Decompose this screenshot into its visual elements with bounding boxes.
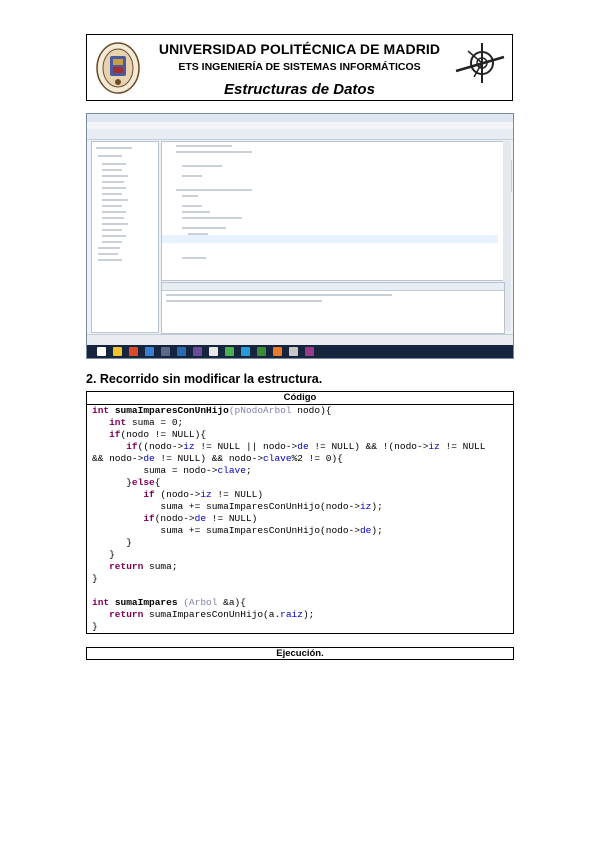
code-line: if(nodo->de != NULL)	[143, 513, 258, 524]
code-line: int sumaImpares (Arbol &a){	[92, 597, 246, 608]
code-line: && nodo->de != NULL) && nodo->clave%2 !=…	[92, 453, 343, 464]
code-line: if(nodo != NULL){	[109, 429, 207, 440]
document-header: UNIVERSIDAD POLITÉCNICA DE MADRID ETS IN…	[86, 34, 513, 101]
school-name: ETS INGENIERÍA DE SISTEMAS INFORMÁTICOS	[178, 61, 421, 73]
code-line: }	[126, 537, 132, 548]
code-table: Código int sumaImparesConUnHijo(pNodoArb…	[86, 391, 514, 634]
code-line: if (nodo->iz != NULL)	[143, 489, 264, 500]
course-title: Estructuras de Datos	[224, 81, 375, 98]
code-line: }else{	[126, 477, 161, 488]
ide-code-editor	[161, 141, 505, 281]
ide-toolbar	[87, 129, 513, 140]
code-line: int suma = 0;	[109, 417, 184, 428]
ide-screenshot-image	[86, 113, 514, 359]
ide-project-explorer	[91, 141, 159, 333]
school-logo-icon	[455, 43, 505, 83]
code-line: suma += sumaImparesConUnHijo(nodo->iz);	[160, 501, 383, 512]
ide-console	[161, 282, 505, 334]
code-line: }	[92, 621, 98, 632]
ide-menubar	[87, 122, 513, 129]
code-listing: int sumaImparesConUnHijo(pNodoArbol nodo…	[87, 405, 513, 633]
code-line: suma = nodo->clave;	[143, 465, 252, 476]
code-line: return suma;	[109, 561, 178, 572]
university-name: UNIVERSIDAD POLITÉCNICA DE MADRID	[158, 41, 441, 57]
code-line: int sumaImparesConUnHijo(pNodoArbol nodo…	[92, 405, 332, 416]
code-line: suma += sumaImparesConUnHijo(nodo->de);	[160, 525, 383, 536]
execution-header: Ejecución.	[86, 647, 514, 660]
section-title: 2. Recorrido sin modificar la estructura…	[86, 372, 323, 386]
code-line: if((nodo->iz != NULL || nodo->de != NULL…	[126, 441, 486, 452]
code-table-header: Código	[87, 392, 513, 405]
code-line: return sumaImparesConUnHijo(a.raiz);	[109, 609, 315, 620]
ide-titlebar	[87, 114, 513, 122]
code-line: }	[109, 549, 115, 560]
windows-taskbar	[87, 345, 513, 358]
code-line: }	[92, 573, 98, 584]
